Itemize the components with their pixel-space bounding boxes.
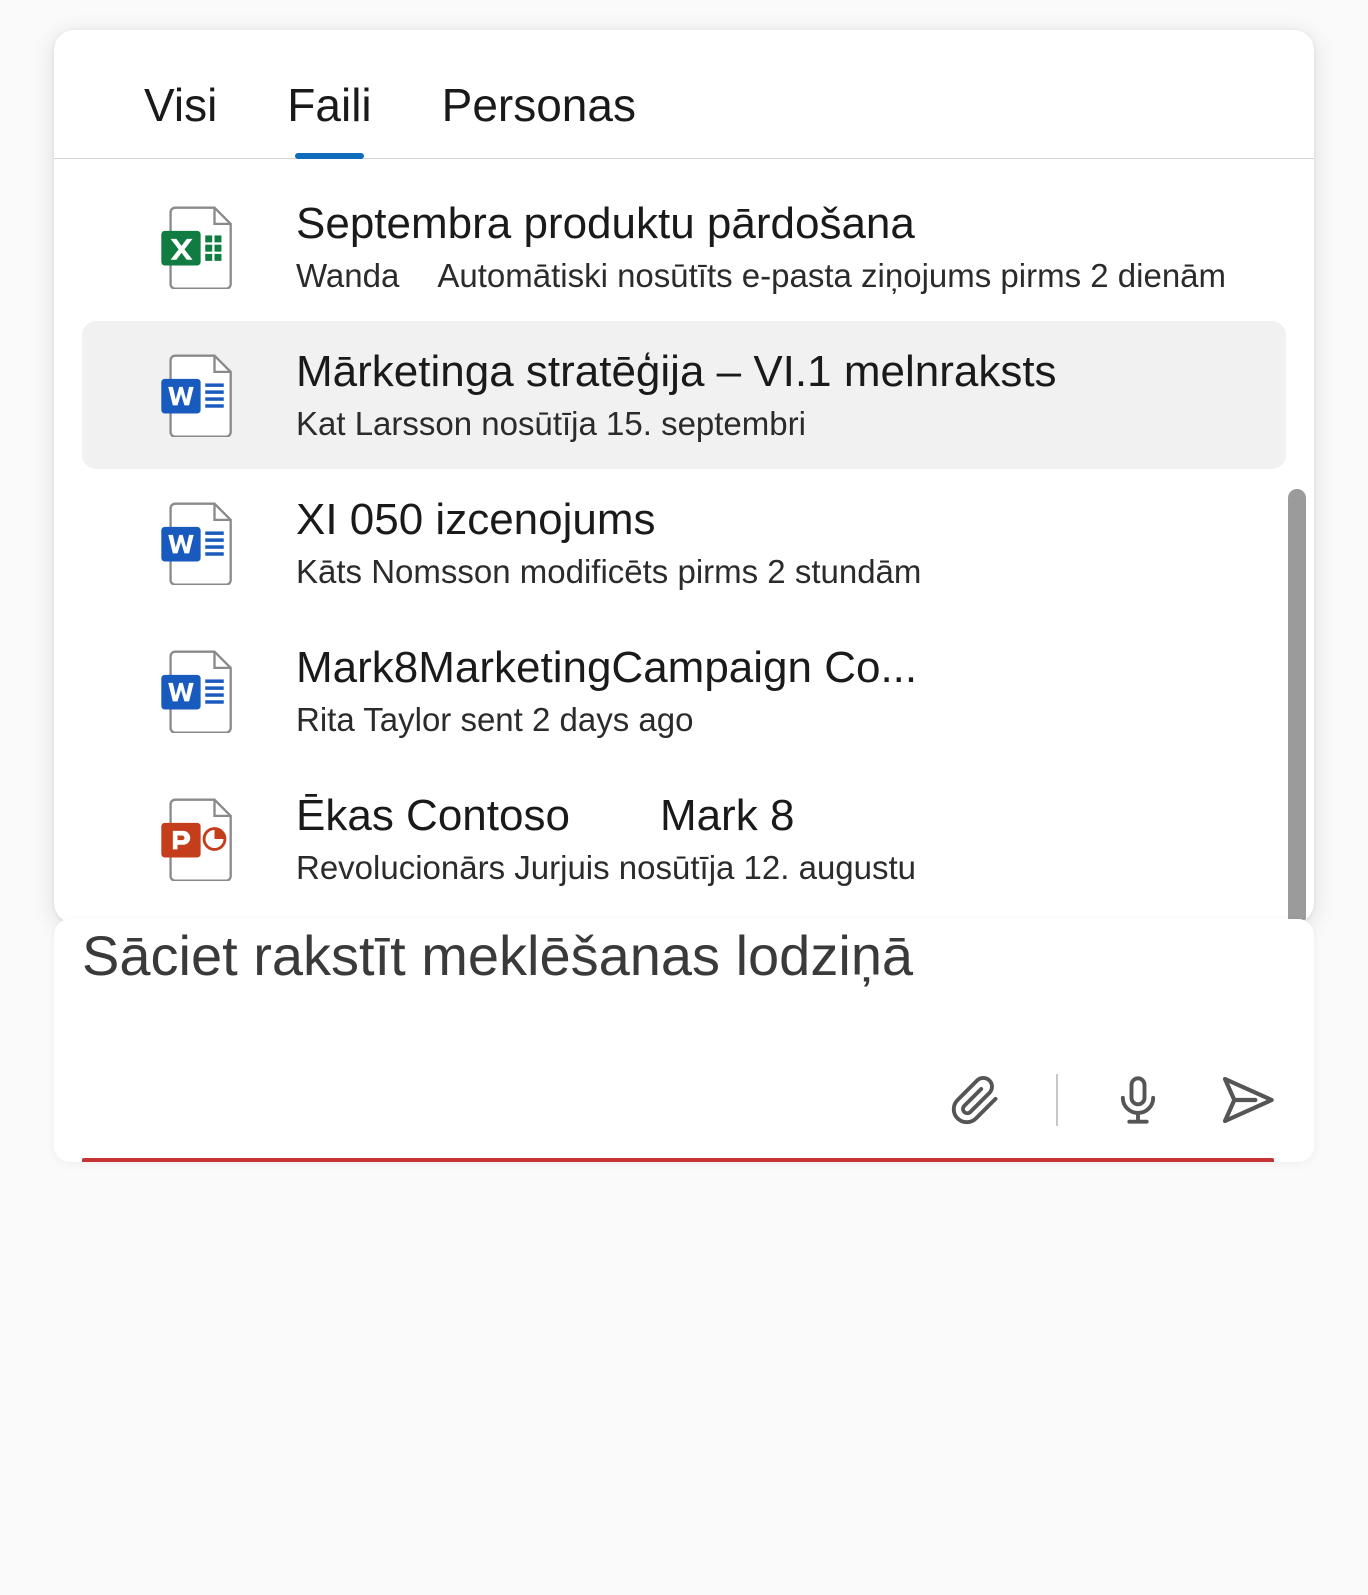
compose-box[interactable]: Sāciet rakstīt meklēšanas lodziņā	[54, 919, 1314, 1162]
file-meta-sender: Revolucionārs Jurjuis nosūtīja 12. augus…	[296, 849, 916, 887]
attach-button[interactable]	[948, 1072, 1004, 1128]
mic-button[interactable]	[1110, 1072, 1166, 1128]
file-meta-sender: Kāts Nomsson modificēts pirms 2 stundām	[296, 553, 921, 591]
file-title: Ēkas Contoso	[296, 791, 570, 841]
file-meta-sender: Rita Taylor sent 2 days ago	[296, 701, 693, 739]
file-meta-action: Automātiski nosūtīts e-pasta ziņojums pi…	[437, 257, 1226, 295]
word-icon	[154, 498, 238, 588]
send-icon	[1218, 1072, 1274, 1128]
file-title-extra: Mark 8	[660, 791, 794, 841]
tab-people[interactable]: Personas	[442, 78, 636, 158]
tab-all[interactable]: Visi	[144, 78, 217, 158]
scrollbar-thumb[interactable]	[1288, 489, 1306, 923]
paperclip-icon	[950, 1074, 1002, 1126]
file-text: Mark8MarketingCampaign Co... Rita Taylor…	[296, 643, 1238, 739]
file-meta-sender: Kat Larsson nosūtīja 15. septembri	[296, 405, 806, 443]
file-text: Septembra produktu pārdošana Wanda Autom…	[296, 199, 1238, 295]
file-item[interactable]: XI 050 izcenojums Kāts Nomsson modificēt…	[82, 469, 1286, 617]
word-icon	[154, 350, 238, 440]
file-item[interactable]: Mark8MarketingCampaign Co... Rita Taylor…	[82, 617, 1286, 765]
tabs-bar: Visi Faili Personas	[54, 30, 1314, 159]
divider	[1056, 1074, 1058, 1126]
file-meta: Revolucionārs Jurjuis nosūtīja 12. augus…	[296, 849, 1238, 887]
compose-actions	[82, 1072, 1274, 1162]
file-meta: Kāts Nomsson modificēts pirms 2 stundām	[296, 553, 1238, 591]
tab-files[interactable]: Faili	[287, 78, 371, 158]
file-text: XI 050 izcenojums Kāts Nomsson modificēt…	[296, 495, 1238, 591]
file-meta-sender: Wanda	[296, 257, 399, 295]
file-title: Septembra produktu pārdošana	[296, 199, 1238, 249]
file-meta: Kat Larsson nosūtīja 15. septembri	[296, 405, 1238, 443]
word-icon	[154, 646, 238, 736]
send-button[interactable]	[1218, 1072, 1274, 1128]
file-title: XI 050 izcenojums	[296, 495, 1238, 545]
file-meta: Rita Taylor sent 2 days ago	[296, 701, 1238, 739]
file-item[interactable]: Ēkas Contoso Mark 8 Revolucionārs Jurjui…	[82, 765, 1286, 913]
file-item[interactable]: Mārketinga stratēģija – VI.1 melnraksts …	[82, 321, 1286, 469]
microphone-icon	[1112, 1074, 1164, 1126]
suggestion-popup: Visi Faili Personas Se	[54, 30, 1314, 923]
file-text: Mārketinga stratēģija – VI.1 melnraksts …	[296, 347, 1238, 443]
file-title: Mārketinga stratēģija – VI.1 melnraksts	[296, 347, 1238, 397]
compose-accent-line	[82, 1158, 1274, 1162]
compose-placeholder: Sāciet rakstīt meklēšanas lodziņā	[82, 919, 1274, 1072]
file-title: Mark8MarketingCampaign Co...	[296, 643, 1238, 693]
excel-icon	[154, 202, 238, 292]
file-list: Septembra produktu pārdošana Wanda Autom…	[54, 159, 1314, 923]
file-item[interactable]: Septembra produktu pārdošana Wanda Autom…	[82, 173, 1286, 321]
powerpoint-icon	[154, 794, 238, 884]
file-meta: Wanda Automātiski nosūtīts e-pasta ziņoj…	[296, 257, 1238, 295]
file-text: Ēkas Contoso Mark 8 Revolucionārs Jurjui…	[296, 791, 1238, 887]
